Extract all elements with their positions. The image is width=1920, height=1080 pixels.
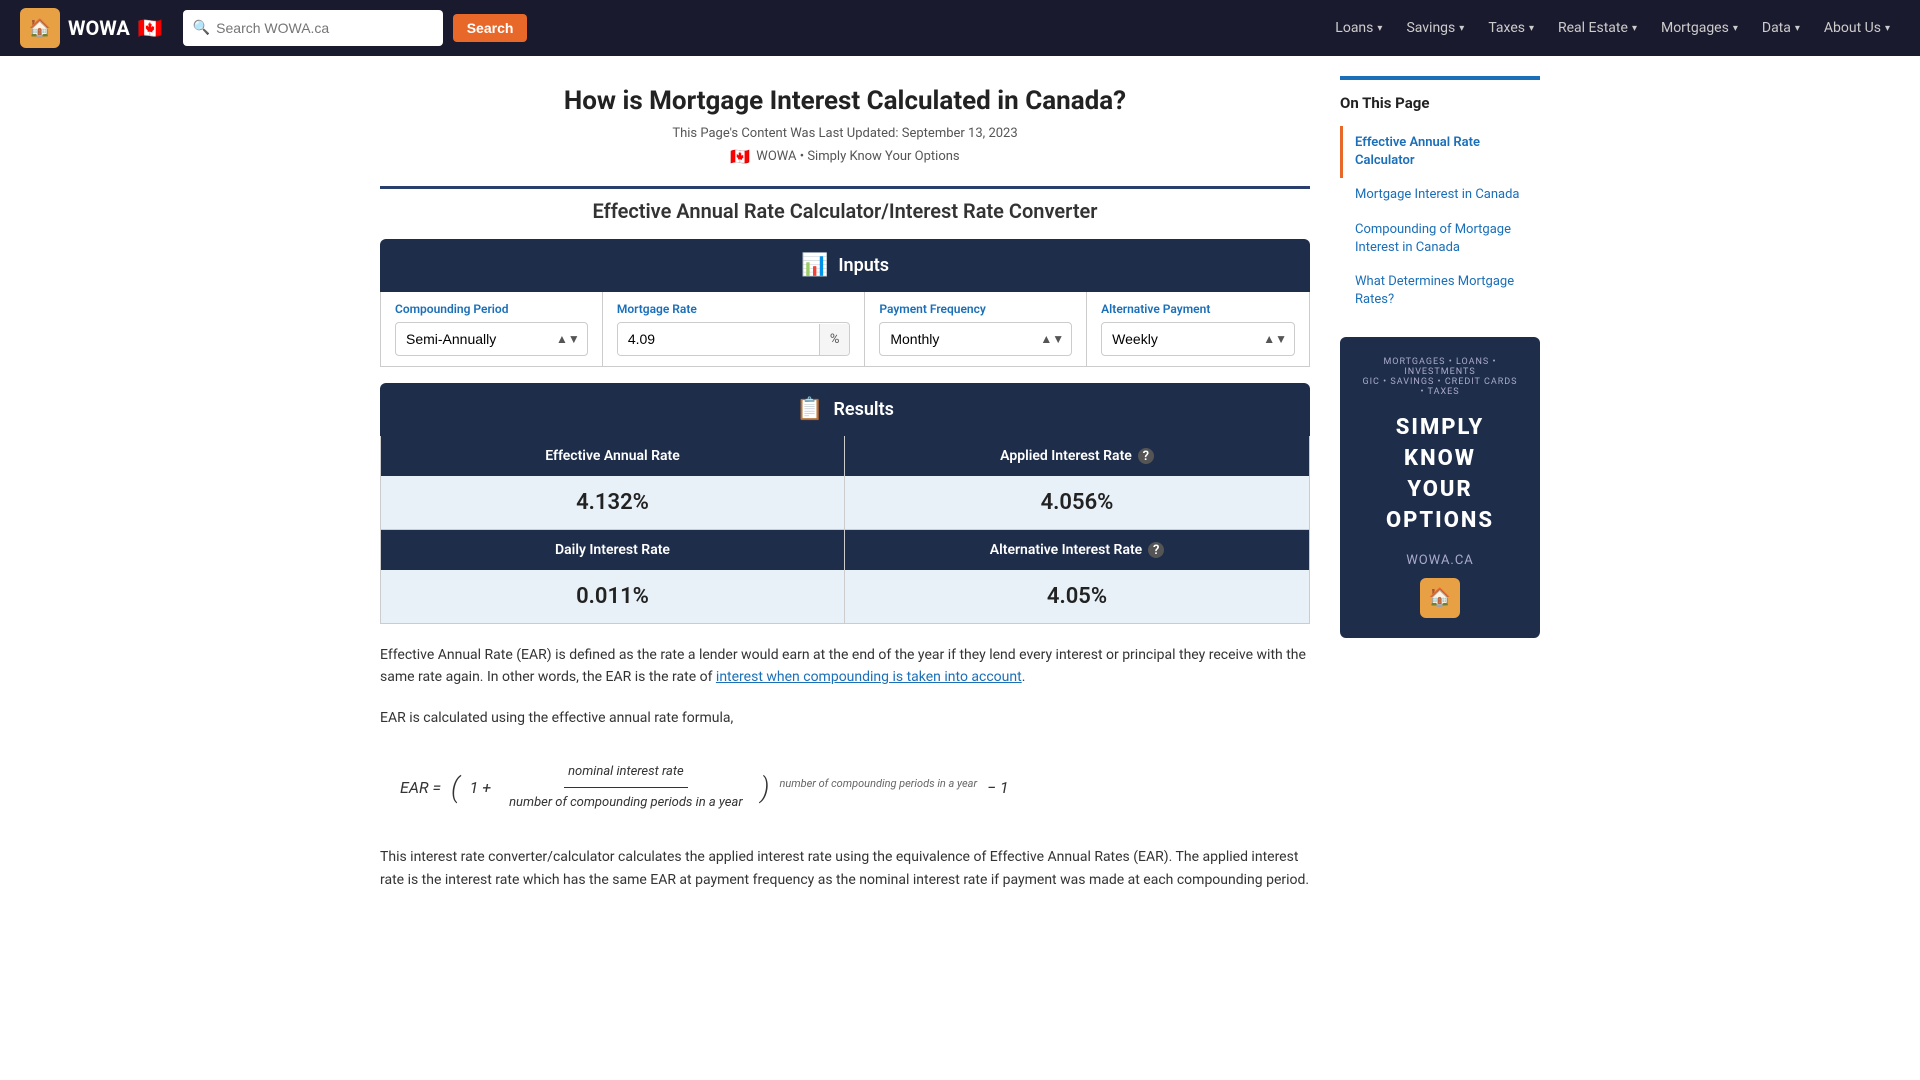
nav-taxes[interactable]: Taxes ▾ [1478,12,1544,44]
payment-frequency-label: Payment Frequency [879,302,1072,316]
formula-one-plus: 1 + [470,772,491,804]
results-icon: 📋 [796,397,823,422]
inputs-label: Inputs [838,255,889,276]
results-label: Results [834,399,894,420]
article-title: How is Mortgage Interest Calculated in C… [380,86,1310,116]
alternative-payment-select-wrap: Weekly Bi-Weekly Monthly Semi-Monthly ▲▼ [1101,322,1295,356]
daily-interest-rate-cell: Daily Interest Rate 0.011% [381,530,845,623]
formula-denominator: number of compounding periods in a year [505,788,747,816]
applied-interest-rate-info-icon[interactable]: ? [1138,448,1154,464]
brand-name: WOWA [68,16,130,40]
daily-interest-rate-value: 0.011% [381,570,844,623]
inputs-grid: Compounding Period Semi-Annually Monthly… [380,292,1310,367]
ad-banner: MORTGAGES • LOANS • INVESTMENTSGIC • SAV… [1340,337,1540,637]
alternative-payment-label: Alternative Payment [1101,302,1295,316]
navigation: 🏠 WOWA 🇨🇦 🔍 Search Loans ▾ Savings ▾ Tax… [0,0,1920,56]
nav-savings[interactable]: Savings ▾ [1396,12,1474,44]
article-brand: 🇨🇦 WOWA • Simply Know Your Options [380,147,1310,166]
compounding-period-select[interactable]: Semi-Annually Monthly Daily Annually Wee… [395,322,588,356]
compounding-period-col: Compounding Period Semi-Annually Monthly… [381,292,603,366]
formula-block: EAR = ( 1 + nominal interest rate number… [380,749,1310,826]
brand-logo[interactable]: 🏠 WOWA 🇨🇦 [20,8,163,48]
mortgage-rate-label: Mortgage Rate [617,302,851,316]
toc-item-ear-calculator[interactable]: Effective Annual Rate Calculator [1340,126,1540,178]
article-brand-text: WOWA • Simply Know Your Options [756,149,959,164]
search-button[interactable]: Search [453,14,528,42]
daily-interest-rate-label: Daily Interest Rate [555,542,670,558]
formula-bracket-open: ( [451,760,460,816]
toc-item-mortgage-rates[interactable]: What Determines Mortgage Rates? [1340,265,1540,317]
payment-frequency-col: Payment Frequency Monthly Weekly Bi-Week… [865,292,1087,366]
formula-minus-one: − 1 [987,772,1009,804]
toc-item-compounding-label: Compounding of Mortgage Interest in Cana… [1355,222,1511,255]
ad-tagline: SIMPLYKNOWYOUROPTIONS [1360,413,1520,536]
formula-ear: EAR = [400,772,441,804]
effective-annual-rate-cell: Effective Annual Rate 4.132% [381,436,845,530]
formula-bracket-close: ) [761,760,770,816]
search-icon: 🔍 [193,20,210,36]
compounding-period-label: Compounding Period [395,302,588,316]
toc-item-compounding[interactable]: Compounding of Mortgage Interest in Cana… [1340,213,1540,265]
alternative-interest-rate-header: Alternative Interest Rate ? [845,530,1309,570]
daily-interest-rate-header: Daily Interest Rate [381,530,844,570]
body-paragraph-2: EAR is calculated using the effective an… [380,707,1310,729]
payment-frequency-select-wrap: Monthly Weekly Bi-Weekly Semi-Monthly ▲▼ [879,322,1072,356]
logo-icon: 🏠 [20,8,60,48]
search-bar: 🔍 [183,10,443,46]
effective-annual-rate-header: Effective Annual Rate [381,436,844,476]
sidebar: On This Page Effective Annual Rate Calcu… [1340,76,1540,909]
mortgage-rate-input[interactable] [618,323,819,355]
ad-url: WOWA.CA [1360,553,1520,568]
calculator-heading: Effective Annual Rate Calculator/Interes… [380,199,1310,223]
alternative-interest-rate-label: Alternative Interest Rate [990,542,1142,558]
formula-fraction: nominal interest rate number of compound… [505,759,747,816]
nav-links: Loans ▾ Savings ▾ Taxes ▾ Real Estate ▾ … [1325,12,1900,44]
ad-sub-text: MORTGAGES • LOANS • INVESTMENTSGIC • SAV… [1360,357,1520,397]
calculator-section: Effective Annual Rate Calculator/Interes… [380,186,1310,624]
applied-interest-rate-value: 4.056% [845,476,1309,529]
brand-flag: 🇨🇦 [138,16,163,40]
alternative-interest-rate-value: 4.05% [845,570,1309,623]
alternative-payment-col: Alternative Payment Weekly Bi-Weekly Mon… [1087,292,1309,366]
toc-item-ear-calculator-label: Effective Annual Rate Calculator [1355,135,1480,168]
ad-logo-icon: 🏠 [1420,578,1460,618]
formula-numerator: nominal interest rate [564,759,688,788]
inputs-icon: 📊 [801,253,828,278]
effective-annual-rate-label: Effective Annual Rate [545,448,680,464]
nav-mortgages[interactable]: Mortgages ▾ [1651,12,1748,44]
toc-item-mortgage-interest[interactable]: Mortgage Interest in Canada [1340,178,1540,212]
mortgage-rate-unit: % [819,324,850,355]
body-paragraph-1: Effective Annual Rate (EAR) is defined a… [380,644,1310,689]
nav-loans[interactable]: Loans ▾ [1325,12,1392,44]
search-input[interactable] [216,20,416,36]
main-content: How is Mortgage Interest Calculated in C… [380,76,1310,909]
mortgage-rate-field-wrap: % [617,322,851,356]
payment-frequency-select[interactable]: Monthly Weekly Bi-Weekly Semi-Monthly [879,322,1072,356]
applied-interest-rate-label: Applied Interest Rate [1000,448,1132,464]
toc-item-mortgage-interest-label: Mortgage Interest in Canada [1355,187,1520,202]
article-flag: 🇨🇦 [730,147,750,166]
body-paragraph-3: This interest rate converter/calculator … [380,846,1310,891]
effective-annual-rate-value: 4.132% [381,476,844,529]
on-this-page-title: On This Page [1340,94,1540,112]
alternative-interest-rate-info-icon[interactable]: ? [1148,542,1164,558]
article-meta: This Page's Content Was Last Updated: Se… [380,126,1310,141]
applied-interest-rate-header: Applied Interest Rate ? [845,436,1309,476]
formula-superscript: number of compounding periods in a year [779,773,977,803]
applied-interest-rate-cell: Applied Interest Rate ? 4.056% [845,436,1309,530]
nav-real-estate[interactable]: Real Estate ▾ [1548,12,1647,44]
on-this-page: On This Page Effective Annual Rate Calcu… [1340,76,1540,317]
formula-math: EAR = ( 1 + nominal interest rate number… [400,759,1290,816]
compounding-period-select-wrap: Semi-Annually Monthly Daily Annually Wee… [395,322,588,356]
alternative-interest-rate-cell: Alternative Interest Rate ? 4.05% [845,530,1309,623]
nav-data[interactable]: Data ▾ [1752,12,1810,44]
inputs-panel: 📊 Inputs [380,239,1310,292]
toc-item-mortgage-rates-label: What Determines Mortgage Rates? [1355,274,1514,307]
mortgage-rate-col: Mortgage Rate % [603,292,866,366]
results-grid: Effective Annual Rate 4.132% Applied Int… [380,436,1310,624]
results-panel: 📋 Results [380,383,1310,436]
nav-about-us[interactable]: About Us ▾ [1814,12,1900,44]
compounding-link[interactable]: interest when compounding is taken into … [716,669,1022,685]
alternative-payment-select[interactable]: Weekly Bi-Weekly Monthly Semi-Monthly [1101,322,1295,356]
